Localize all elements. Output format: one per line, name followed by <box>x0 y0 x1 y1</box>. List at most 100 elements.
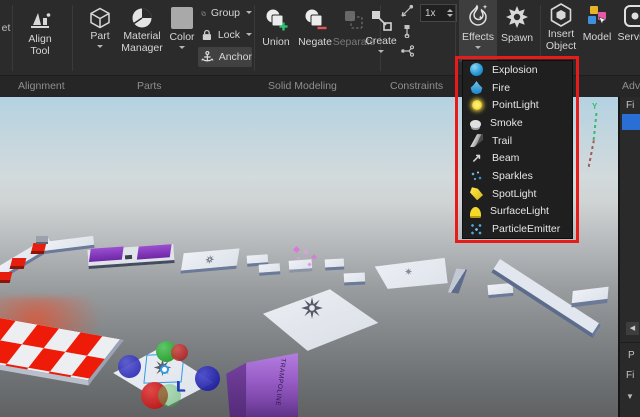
effects-dropdown-caret <box>475 46 481 52</box>
part-dropdown-caret <box>97 45 103 51</box>
spawn-pad-platform[interactable] <box>180 248 239 273</box>
panel-collapse-button[interactable]: ◀ <box>626 322 639 335</box>
star-platform[interactable] <box>258 283 382 353</box>
small-platform[interactable] <box>259 263 281 275</box>
effects-flame-icon <box>465 3 491 29</box>
material-manager-button[interactable]: Material Manager <box>120 0 164 54</box>
dark-checker-bit <box>125 255 132 259</box>
small-platform[interactable] <box>487 283 513 298</box>
union-label: Union <box>257 36 295 48</box>
explorer-filter-clipped[interactable]: Fi <box>626 100 634 111</box>
part-label: Part <box>80 30 120 42</box>
panel-dropdown-arrow[interactable]: ▼ <box>626 392 634 401</box>
blue-ball-part[interactable] <box>118 355 141 378</box>
insert-object-label-2: Object <box>543 40 579 52</box>
trampoline-part[interactable]: TRAMPOLINE <box>224 353 298 417</box>
scale-spinner[interactable]: 1x <box>420 4 457 22</box>
small-platform[interactable] <box>571 287 608 308</box>
anchor-button[interactable]: Anchor <box>198 47 252 67</box>
menu-item-beam[interactable]: ↗Beam <box>463 150 572 168</box>
model-label: Model <box>580 31 614 43</box>
material-manager-icon <box>130 6 154 30</box>
insert-object-button[interactable]: Insert Object <box>543 0 579 52</box>
constraint-tool-3-button[interactable] <box>398 44 416 61</box>
effects-button[interactable]: Effects <box>459 0 497 62</box>
red-block-part[interactable] <box>0 272 12 283</box>
constraint-tool-2-button[interactable] <box>398 24 416 41</box>
weld-constraint-icon <box>400 4 414 18</box>
negate-label: Negate <box>295 36 335 48</box>
lock-label: Lock <box>218 29 240 41</box>
fire-icon <box>470 81 483 94</box>
clipped-left-button-label: et <box>2 22 11 34</box>
color-button[interactable]: Color <box>164 0 200 55</box>
panel-divider <box>620 342 640 343</box>
y-axis-dashed-line <box>593 113 598 141</box>
gray-block-part[interactable] <box>36 236 48 244</box>
explorer-selected-row[interactable] <box>622 114 640 130</box>
lock-icon <box>201 28 213 42</box>
purple-striped-platform[interactable] <box>87 244 174 269</box>
red-block-part[interactable] <box>31 243 47 254</box>
hinge-constraint-icon <box>400 44 414 58</box>
insert-object-label-1: Insert <box>543 28 579 40</box>
menu-item-trail[interactable]: Trail <box>463 132 572 150</box>
menu-item-label: SurfaceLight <box>490 205 549 217</box>
clipped-left-button[interactable]: et <box>0 22 12 34</box>
menu-item-label: Trail <box>492 135 512 147</box>
align-tool-icon <box>27 7 53 33</box>
menu-item-spotlight[interactable]: SpotLight <box>463 185 572 203</box>
smoke-icon <box>470 120 481 128</box>
rod-constraint-icon <box>400 24 414 38</box>
blue-ball-part[interactable] <box>195 366 220 391</box>
union-button[interactable]: Union <box>257 0 295 48</box>
color-label: Color <box>164 31 200 43</box>
group-button[interactable]: Group <box>198 3 252 23</box>
create-constraint-button[interactable]: Create <box>363 0 399 59</box>
menu-item-particleemitter[interactable]: ParticleEmitter <box>463 220 572 238</box>
negate-button[interactable]: Negate <box>295 0 335 48</box>
star-decal-icon <box>296 295 328 321</box>
menu-item-label: PointLight <box>492 99 539 111</box>
effects-label: Effects <box>459 31 497 43</box>
small-platform[interactable] <box>325 259 345 271</box>
spotlight-icon <box>470 187 483 200</box>
menu-item-sparkles[interactable]: Sparkles <box>463 167 572 185</box>
y-axis-label: Y <box>592 102 597 111</box>
spawn-decal-icon <box>201 253 218 266</box>
model-button[interactable]: Model <box>580 0 614 43</box>
material-manager-label-2: Manager <box>120 42 164 54</box>
small-platform[interactable] <box>344 272 366 285</box>
constraint-tool-1-button[interactable] <box>398 4 416 21</box>
menu-item-pointlight[interactable]: PointLight <box>463 96 572 114</box>
menu-item-smoke[interactable]: Smoke <box>463 114 572 132</box>
part-cube-icon <box>88 6 112 30</box>
material-manager-label-1: Material <box>120 30 164 42</box>
l-marker: L <box>176 378 185 395</box>
selection-center-handle[interactable] <box>160 365 169 374</box>
menu-item-surfacelight[interactable]: SurfaceLight <box>463 203 572 221</box>
section-parts: Parts <box>137 80 162 92</box>
service-button[interactable]: Service <box>615 0 640 43</box>
service-icon <box>623 4 640 28</box>
align-tool-label-1: Align <box>16 33 64 45</box>
red-block-part[interactable] <box>10 258 27 269</box>
menu-item-label: Smoke <box>490 117 523 129</box>
part-button[interactable]: Part <box>80 0 120 54</box>
lock-button[interactable]: Lock <box>198 25 252 45</box>
menu-item-label: Sparkles <box>492 170 533 182</box>
color-dropdown-caret <box>179 46 185 52</box>
red-ball-part[interactable] <box>171 344 188 361</box>
spawn-button[interactable]: Spawn <box>499 0 535 44</box>
union-icon <box>263 7 289 33</box>
group-dropdown-caret <box>246 11 252 17</box>
decal-platform[interactable] <box>374 255 450 291</box>
section-constraints: Constraints <box>390 80 443 92</box>
properties-filter-clipped[interactable]: Fi <box>626 370 634 381</box>
menu-item-label: ParticleEmitter <box>492 223 560 235</box>
menu-item-fire[interactable]: Fire <box>463 79 572 97</box>
menu-item-explosion[interactable]: Explosion <box>463 61 572 79</box>
group-icon <box>201 6 206 21</box>
thin-block-part[interactable] <box>448 268 467 293</box>
align-tool-button[interactable]: Align Tool <box>16 0 64 57</box>
